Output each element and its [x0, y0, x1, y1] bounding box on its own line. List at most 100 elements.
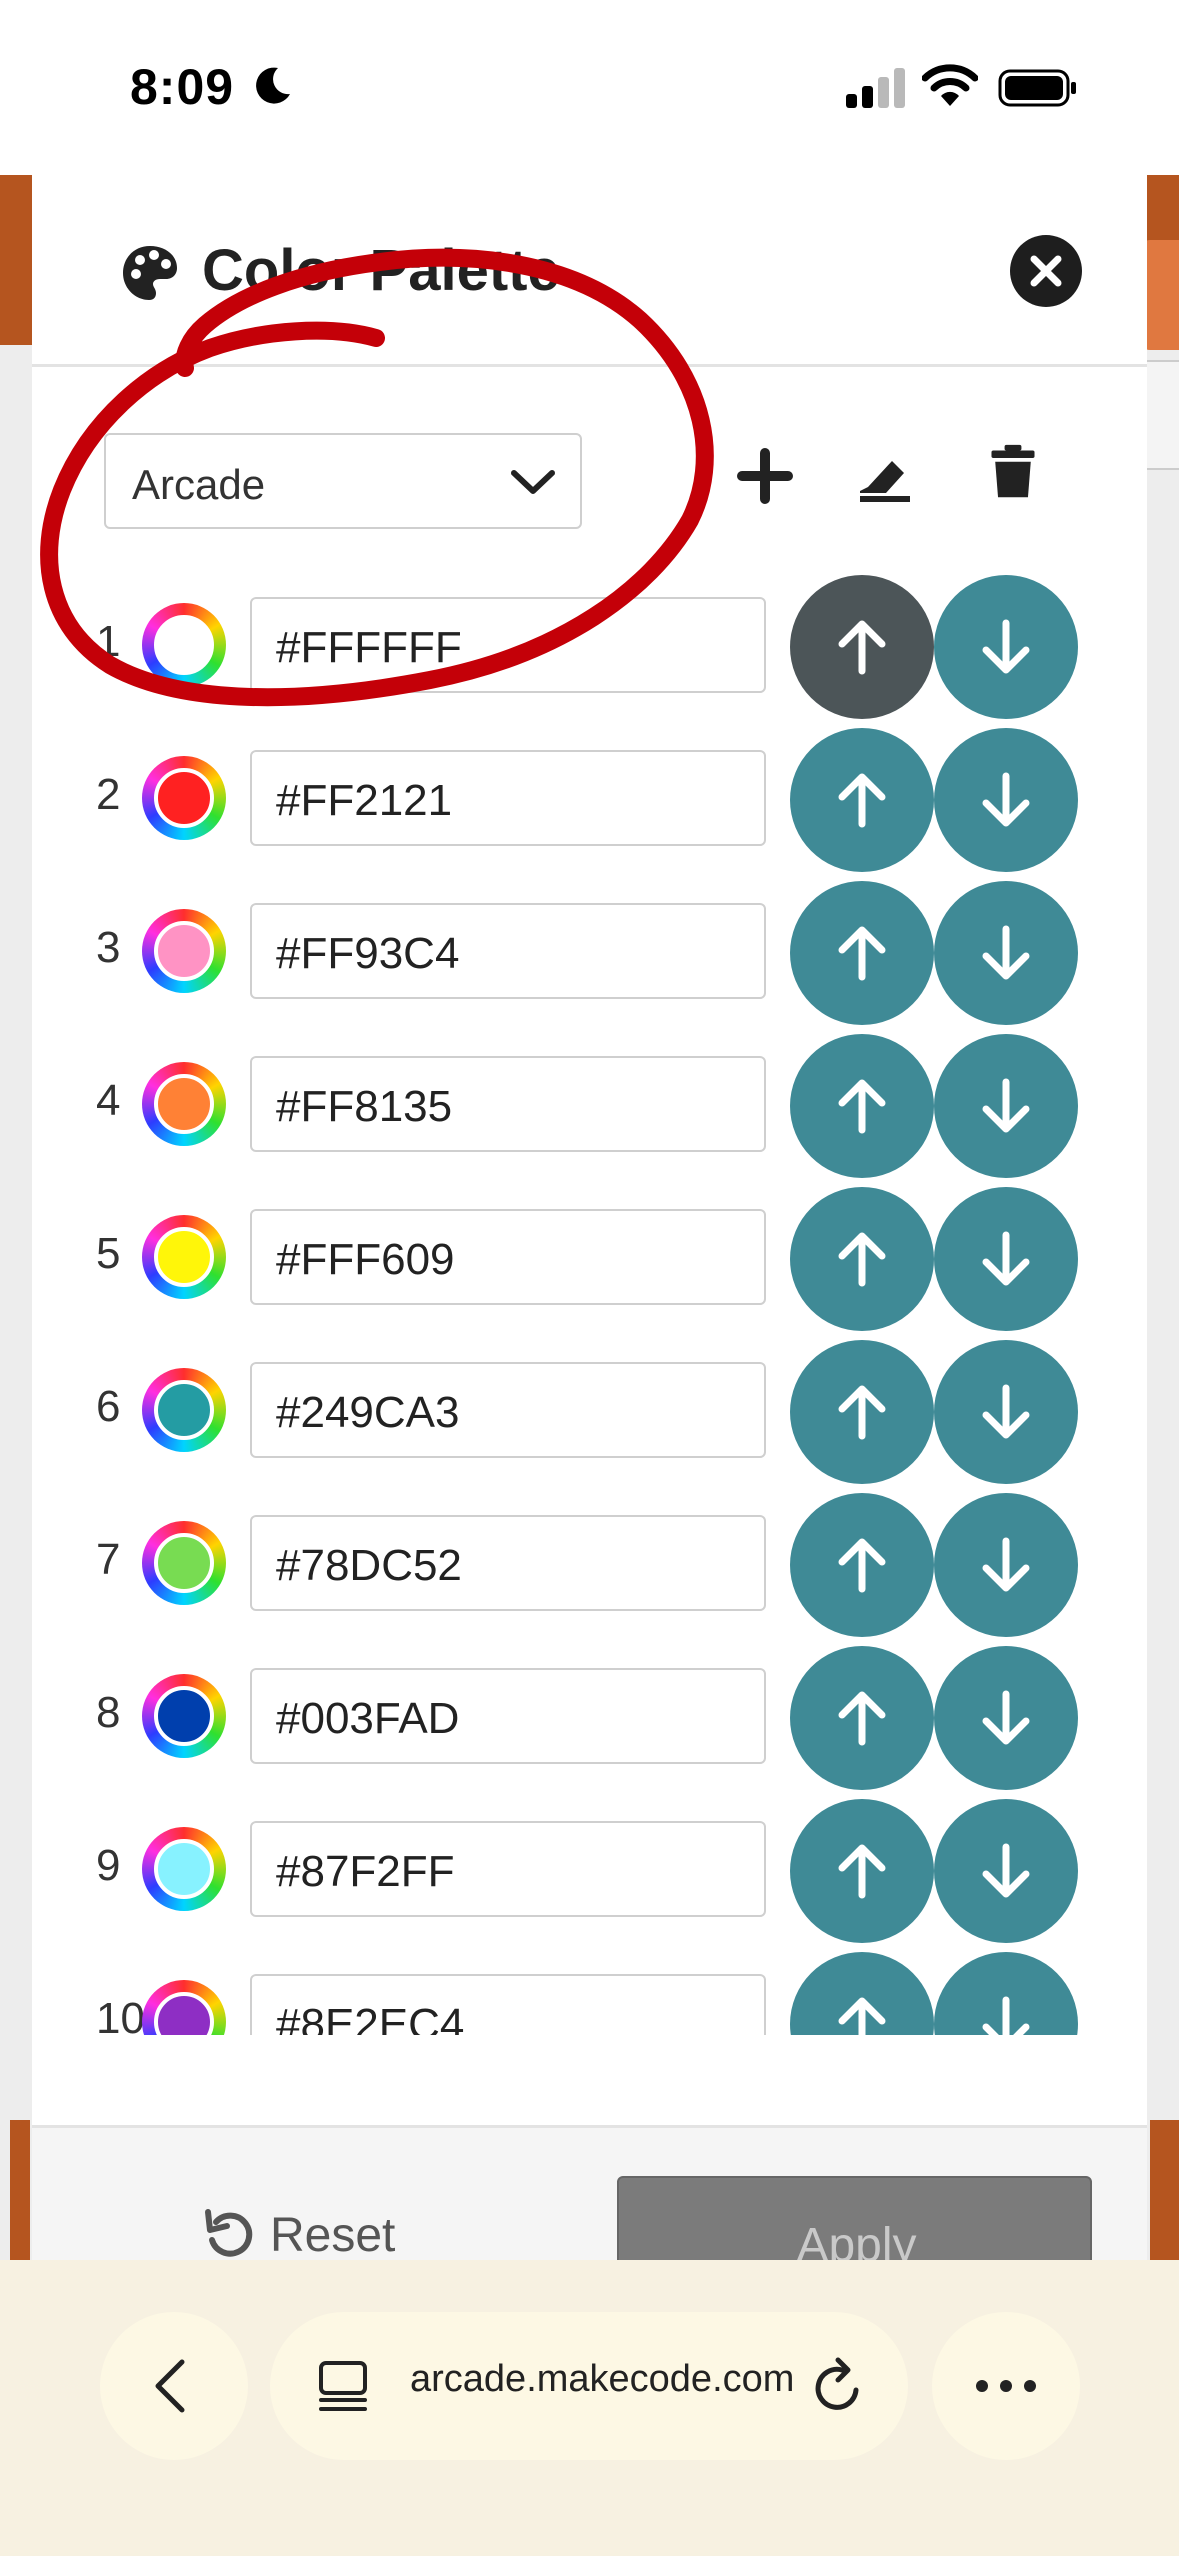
arrow-down-icon [982, 1996, 1030, 2035]
color-index: 10 [96, 1994, 145, 2035]
color-row: 6 #249CA3 [32, 1330, 1147, 1484]
add-icon[interactable] [736, 447, 794, 505]
color-list: 1 #FFFFFF 2 #FF2121 3 #FF93C4 4 #FF8135 … [32, 565, 1147, 2035]
color-row: 4 #FF8135 [32, 1024, 1147, 1178]
battery-icon [998, 69, 1076, 107]
apply-label: Apply [796, 2219, 917, 2260]
arrow-down-icon [982, 925, 1030, 980]
move-up-button[interactable] [790, 1646, 934, 1790]
color-row: 8 #003FAD [32, 1636, 1147, 1790]
hex-value: #249CA3 [276, 1388, 460, 1437]
color-index: 2 [96, 770, 121, 819]
move-down-button[interactable] [934, 881, 1078, 1025]
move-down-button[interactable] [934, 1187, 1078, 1331]
color-index: 9 [96, 1841, 121, 1890]
tab-overview-icon [319, 2361, 367, 2411]
move-down-button[interactable] [934, 1034, 1078, 1178]
swatch-fill [154, 1686, 214, 1746]
move-down-button[interactable] [934, 1493, 1078, 1637]
color-index: 6 [96, 1382, 121, 1431]
hex-value: #FF2121 [276, 776, 453, 825]
hex-input[interactable]: #FFFFFF [250, 597, 766, 693]
arrow-up-icon [838, 926, 886, 981]
reload-icon[interactable] [810, 2356, 866, 2416]
reset-icon [205, 2209, 253, 2257]
move-down-button[interactable] [934, 1646, 1078, 1790]
hex-input[interactable]: #87F2FF [250, 1821, 766, 1917]
color-index: 8 [96, 1688, 121, 1737]
color-swatch[interactable] [142, 603, 226, 687]
color-swatch[interactable] [142, 1368, 226, 1452]
wifi-icon [922, 64, 978, 106]
move-down-button[interactable] [934, 1799, 1078, 1943]
cellular-signal-icon [846, 68, 905, 108]
swatch-fill [154, 1992, 214, 2035]
address-bar[interactable]: arcade.makecode.com [270, 2312, 908, 2460]
moon-icon [256, 67, 290, 104]
swatch-fill [154, 1380, 214, 1440]
browser-toolbar: arcade.makecode.com [0, 2260, 1179, 2556]
arrow-up-icon [838, 1385, 886, 1440]
move-up-button[interactable] [790, 881, 934, 1025]
back-button[interactable] [100, 2312, 248, 2460]
move-up-button[interactable] [790, 1340, 934, 1484]
color-index: 1 [96, 617, 121, 666]
more-button[interactable] [932, 2312, 1080, 2460]
color-swatch[interactable] [142, 1521, 226, 1605]
hex-input[interactable]: #003FAD [250, 1668, 766, 1764]
color-swatch[interactable] [142, 756, 226, 840]
hex-input[interactable]: #FF2121 [250, 750, 766, 846]
move-up-button[interactable] [790, 1034, 934, 1178]
rename-icon[interactable] [856, 447, 914, 505]
background-bar-right [1150, 2120, 1179, 2270]
hex-input[interactable]: #249CA3 [250, 1362, 766, 1458]
move-up-button[interactable] [790, 1952, 934, 2035]
move-down-button[interactable] [934, 1340, 1078, 1484]
move-down-button[interactable] [934, 575, 1078, 719]
hex-value: #FFFFFF [276, 623, 462, 672]
arrow-up-icon [838, 1538, 886, 1593]
move-up-button[interactable] [790, 728, 934, 872]
arrow-down-icon [982, 1231, 1030, 1286]
hex-input[interactable]: #78DC52 [250, 1515, 766, 1611]
hex-input[interactable]: #8E2EC4 [250, 1974, 766, 2035]
move-up-button[interactable] [790, 1493, 934, 1637]
hex-input[interactable]: #FF8135 [250, 1056, 766, 1152]
swatch-fill [154, 1227, 214, 1287]
apply-button[interactable]: Apply [617, 2176, 1092, 2260]
hex-input[interactable]: #FF93C4 [250, 903, 766, 999]
url-text: arcade.makecode.com [410, 2358, 795, 2400]
color-index: 5 [96, 1229, 121, 1278]
color-swatch[interactable] [142, 1215, 226, 1299]
close-button[interactable] [1010, 235, 1082, 307]
hex-input[interactable]: #FFF609 [250, 1209, 766, 1305]
chevron-left-icon [155, 2359, 185, 2413]
hex-value: #87F2FF [276, 1847, 455, 1896]
modal-title: Color Palette [202, 238, 560, 303]
palette-select[interactable]: Arcade [104, 433, 582, 529]
color-swatch[interactable] [142, 909, 226, 993]
delete-icon[interactable] [984, 443, 1042, 501]
color-swatch[interactable] [142, 1827, 226, 1911]
more-icon [976, 2380, 1036, 2392]
move-up-button[interactable] [790, 575, 934, 719]
arrow-up-icon [838, 773, 886, 828]
arrow-down-icon [982, 1843, 1030, 1898]
arrow-down-icon [982, 1384, 1030, 1439]
move-up-button[interactable] [790, 1187, 934, 1331]
hex-value: #78DC52 [276, 1541, 462, 1590]
color-row: 2 #FF2121 [32, 718, 1147, 872]
arrow-up-icon [838, 620, 886, 675]
color-swatch[interactable] [142, 1674, 226, 1758]
swatch-fill [154, 921, 214, 981]
hex-value: #FF8135 [276, 1082, 453, 1131]
move-down-button[interactable] [934, 728, 1078, 872]
modal-header: Color Palette [32, 175, 1147, 367]
arrow-up-icon [838, 1844, 886, 1899]
hex-value: #FF93C4 [276, 929, 460, 978]
arrow-down-icon [982, 1078, 1030, 1133]
move-up-button[interactable] [790, 1799, 934, 1943]
color-swatch[interactable] [142, 1980, 226, 2035]
move-down-button[interactable] [934, 1952, 1078, 2035]
color-swatch[interactable] [142, 1062, 226, 1146]
